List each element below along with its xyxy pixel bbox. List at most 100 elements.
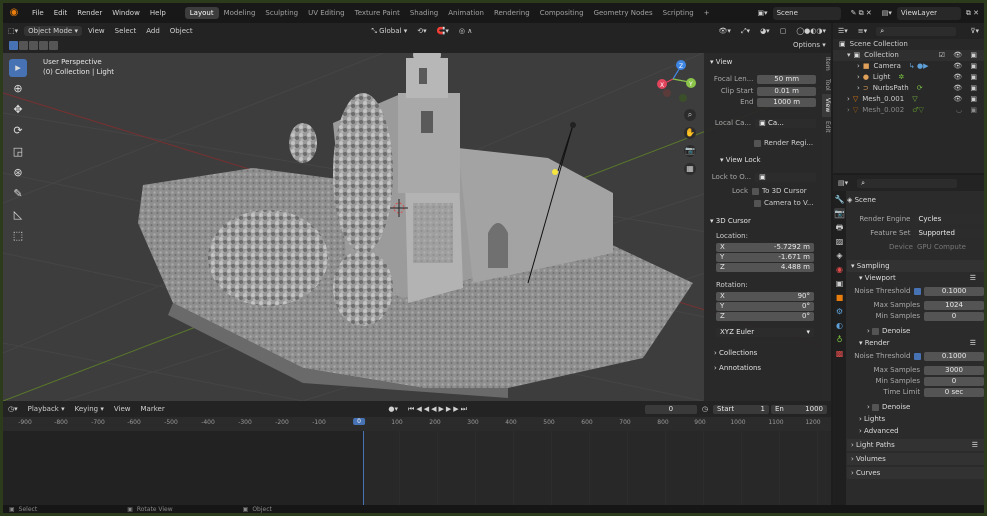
- sampling-panel-header[interactable]: ▾ Sampling: [847, 260, 984, 272]
- menu-help[interactable]: Help: [145, 9, 171, 17]
- proportional-edit-icon[interactable]: ◎ ∧: [455, 26, 476, 36]
- view-lock-header[interactable]: ▾ View Lock: [720, 156, 761, 164]
- menu-keying[interactable]: Keying ▾: [71, 404, 108, 414]
- pin-scene-icon[interactable]: ✎ ⧉ ✕: [847, 8, 876, 19]
- tab-compositing[interactable]: Compositing: [535, 7, 589, 19]
- visibility-toggles[interactable]: ☑ 👁 ▣: [939, 50, 980, 61]
- r-noise-threshold-checkbox[interactable]: [914, 352, 922, 360]
- light-object[interactable]: [552, 169, 558, 175]
- expand-icon[interactable]: ›: [857, 61, 860, 72]
- lock-to-object-field[interactable]: ▣: [755, 172, 816, 182]
- menu-view[interactable]: View: [84, 26, 109, 36]
- modifier-tab-icon[interactable]: ⚙: [834, 306, 845, 317]
- scene-name-field[interactable]: Scene: [772, 6, 841, 20]
- visibility-toggles[interactable]: 👁 ▣: [953, 94, 980, 105]
- outliner-type-icon[interactable]: ☰▾: [834, 26, 852, 36]
- expand-icon[interactable]: ›: [857, 83, 860, 94]
- menu-edit[interactable]: Edit: [49, 9, 73, 17]
- render-engine-dropdown[interactable]: Cycles: [914, 214, 984, 224]
- expand-icon[interactable]: ›: [847, 94, 850, 105]
- mode-dropdown[interactable]: Object Mode ▾: [24, 26, 82, 36]
- select-mode-buttons[interactable]: [9, 41, 58, 50]
- tab-view[interactable]: View: [822, 94, 831, 117]
- pivot-icon[interactable]: ⟲▾: [413, 26, 430, 36]
- tall-tree[interactable]: [333, 93, 393, 253]
- editor-type-icon[interactable]: ⬚▾: [4, 26, 22, 36]
- tab-layout[interactable]: Layout: [184, 7, 219, 19]
- collection-tab-icon[interactable]: ▣: [834, 278, 845, 289]
- focal-length-field[interactable]: 50 mm: [757, 74, 816, 84]
- visibility-icon[interactable]: 👁▾: [715, 26, 735, 36]
- move-tool-icon[interactable]: ✥: [9, 101, 27, 119]
- menu-render[interactable]: Render: [72, 9, 107, 17]
- visibility-toggles[interactable]: ◡ ▣: [956, 105, 980, 116]
- r-denoise-subpanel[interactable]: › Denoise: [847, 401, 984, 413]
- light-data-tab-icon[interactable]: ♁: [834, 334, 845, 345]
- visibility-toggles[interactable]: 👁 ▣: [953, 83, 980, 94]
- blender-logo-icon[interactable]: ◉: [7, 7, 21, 19]
- object-tab-icon[interactable]: ■: [834, 292, 845, 303]
- outliner-row-collection[interactable]: ▾ ▣ Collection ☑ 👁 ▣: [833, 50, 984, 61]
- list-icon[interactable]: ☰: [970, 272, 976, 284]
- tab-tool[interactable]: Tool: [822, 75, 831, 95]
- tab-shading[interactable]: Shading: [405, 7, 443, 19]
- menu-object[interactable]: Object: [166, 26, 197, 36]
- mesh-data-icon[interactable]: ▽: [912, 94, 917, 105]
- physics-tab-icon[interactable]: ◐: [834, 320, 845, 331]
- outliner-row-camera[interactable]: › ■ Camera ↳ ●▶ 👁 ▣: [833, 61, 984, 72]
- visibility-toggles[interactable]: 👁 ▣: [953, 61, 980, 72]
- record-icon[interactable]: ●▾: [384, 404, 402, 414]
- collections-section[interactable]: › Collections: [714, 349, 757, 357]
- light-paths-panel[interactable]: › Light Paths ☰: [847, 439, 984, 451]
- overlay-toggle-icon[interactable]: ◕▾: [756, 26, 774, 36]
- current-frame-marker[interactable]: 0: [353, 418, 365, 425]
- expand-icon[interactable]: ▾: [847, 50, 851, 61]
- menu-file[interactable]: File: [27, 9, 49, 17]
- camera-data-icon[interactable]: ↳ ●▶: [909, 61, 929, 72]
- local-camera-field[interactable]: ▣ Ca...: [755, 118, 816, 128]
- vp-max-samples-field[interactable]: 1024: [924, 300, 984, 310]
- xray-icon[interactable]: ▢: [776, 26, 791, 36]
- cursor-y-field[interactable]: Y -1.671 m: [716, 253, 814, 262]
- tool-tab-icon[interactable]: 🔧: [834, 194, 845, 205]
- tab-rendering[interactable]: Rendering: [489, 7, 535, 19]
- cursor-ry-field[interactable]: Y 0°: [716, 302, 814, 311]
- timeline-editor-icon[interactable]: ◷▾: [4, 404, 22, 414]
- advanced-subpanel[interactable]: › Advanced: [847, 425, 984, 437]
- menu-timeline-view[interactable]: View: [110, 404, 135, 414]
- render-region-checkbox[interactable]: [754, 139, 761, 147]
- outliner-row-mesh-001[interactable]: › ▽ Mesh_0.001 ▽ 👁 ▣: [833, 94, 984, 105]
- lights-subpanel[interactable]: › Lights: [847, 413, 984, 425]
- time-limit-field[interactable]: 0 sec: [924, 387, 984, 397]
- frame-end-field[interactable]: En 1000: [771, 404, 827, 414]
- properties-search-icon[interactable]: ⌕: [857, 178, 958, 188]
- playback-controls-icon[interactable]: ⏮◀◀◀▶▶▶⏭: [404, 404, 473, 415]
- tab-animation[interactable]: Animation: [443, 7, 489, 19]
- bell-tower[interactable]: [398, 93, 460, 193]
- add-workspace-icon[interactable]: +: [699, 9, 715, 17]
- viewport-subpanel-header[interactable]: ▾ Viewport ☰: [847, 272, 984, 284]
- lock-3d-cursor-checkbox[interactable]: [752, 187, 759, 195]
- output-tab-icon[interactable]: 🖶: [834, 222, 845, 233]
- cursor-rx-field[interactable]: X 90°: [716, 292, 814, 301]
- transform-orientation-dropdown[interactable]: ⤡ Global ▾: [367, 26, 411, 37]
- cursor-z-field[interactable]: Z 4.488 m: [716, 263, 814, 272]
- rotation-mode-dropdown[interactable]: XYZ Euler ▾: [716, 328, 814, 337]
- outliner-row-light[interactable]: › ● Light ✲ 👁 ▣: [833, 72, 984, 83]
- measure-tool-icon[interactable]: ◺: [9, 206, 27, 224]
- cursor-rz-field[interactable]: Z 0°: [716, 312, 814, 321]
- 3d-cursor-header[interactable]: ▾ 3D Cursor: [710, 217, 751, 225]
- r-noise-threshold-field[interactable]: 0.1000: [924, 351, 984, 361]
- options-dropdown[interactable]: Options ▾: [789, 40, 830, 50]
- tab-scripting[interactable]: Scripting: [658, 7, 699, 19]
- pan-hand-icon[interactable]: ✋: [684, 127, 696, 139]
- zoom-icon[interactable]: ⌕: [684, 109, 696, 121]
- outliner-row-nurbspath[interactable]: › ⊃ NurbsPath ⟳ 👁 ▣: [833, 83, 984, 94]
- gizmo-toggle-icon[interactable]: ⤢▾: [737, 26, 754, 37]
- view-section-header[interactable]: ▾ View: [710, 58, 732, 66]
- scene-tab-icon[interactable]: ◈: [834, 250, 845, 261]
- view-layer-actions-icon[interactable]: ⧉ ✕: [962, 8, 983, 19]
- scene-collection-row[interactable]: ▣ Scene Collection: [833, 39, 984, 50]
- tab-modeling[interactable]: Modeling: [219, 7, 261, 19]
- navigation-gizmo[interactable]: Z X Y: [657, 60, 696, 102]
